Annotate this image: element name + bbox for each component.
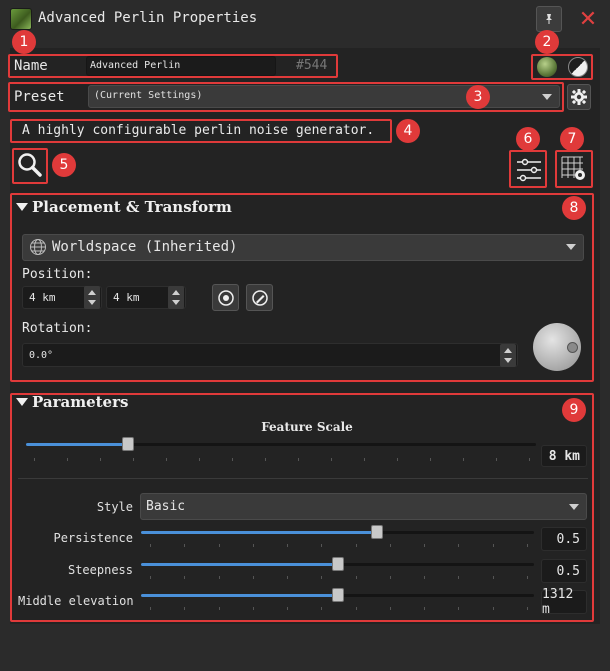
position-label: Position: bbox=[22, 267, 93, 282]
name-value: Advanced Perlin bbox=[90, 60, 181, 71]
light-mode-icon[interactable] bbox=[568, 57, 588, 77]
slider-value[interactable]: 0.5 bbox=[541, 527, 587, 551]
preset-value: (Current Settings) bbox=[94, 90, 203, 101]
style-label: Style bbox=[96, 500, 133, 514]
placement-section-title[interactable]: Placement & Transform bbox=[32, 198, 232, 216]
badge-9: 9 bbox=[562, 398, 586, 422]
slider-label: Middle elevation bbox=[18, 594, 134, 608]
slider-thumb[interactable] bbox=[370, 525, 383, 539]
feature-scale-ticks bbox=[34, 458, 530, 462]
slider-label: Persistence bbox=[53, 531, 133, 545]
rotation-value: 0.0° bbox=[29, 349, 54, 361]
badge-5: 5 bbox=[52, 153, 76, 177]
name-label: Name bbox=[14, 58, 48, 74]
style-dropdown[interactable] bbox=[140, 493, 587, 520]
eyedropper-button[interactable] bbox=[246, 284, 273, 311]
position-y-value: 4 km bbox=[113, 291, 140, 304]
rotation-knob[interactable] bbox=[533, 323, 581, 371]
close-icon: ✕ bbox=[578, 6, 598, 32]
app-terrain-icon bbox=[10, 8, 32, 30]
feature-scale-value[interactable]: 8 km bbox=[541, 445, 587, 467]
slider-fill bbox=[141, 563, 338, 566]
rotation-label: Rotation: bbox=[22, 321, 93, 336]
eyedropper-icon bbox=[251, 289, 268, 306]
close-button[interactable]: ✕ bbox=[575, 6, 601, 32]
pin-icon bbox=[546, 14, 552, 24]
badge-3: 3 bbox=[466, 85, 490, 109]
position-x-stepper[interactable] bbox=[84, 286, 100, 309]
badge-4: 4 bbox=[396, 119, 420, 143]
preset-label: Preset bbox=[14, 89, 65, 105]
badge-7: 7 bbox=[560, 127, 584, 151]
slider-thumb[interactable] bbox=[331, 588, 344, 602]
sliders-toggle-button[interactable] bbox=[514, 155, 544, 185]
preset-settings-button[interactable] bbox=[567, 84, 591, 110]
pick-position-button[interactable] bbox=[212, 284, 239, 311]
slider-ticks bbox=[150, 576, 528, 580]
parameters-divider bbox=[18, 478, 588, 479]
search-button[interactable] bbox=[16, 151, 44, 179]
feature-scale-fill bbox=[26, 443, 128, 446]
pin-button[interactable] bbox=[536, 6, 562, 32]
space-value: Worldspace (Inherited) bbox=[52, 239, 238, 255]
slider-fill bbox=[141, 531, 377, 534]
description-text: A highly configurable perlin noise gener… bbox=[22, 123, 375, 138]
slider-value[interactable]: 0.5 bbox=[541, 559, 587, 583]
feature-scale-thumb[interactable] bbox=[122, 437, 134, 451]
badge-1: 1 bbox=[12, 30, 36, 54]
slider-ticks bbox=[150, 544, 528, 548]
badge-2: 2 bbox=[535, 30, 559, 54]
badge-8: 8 bbox=[562, 196, 586, 220]
sliders-icon bbox=[517, 158, 541, 182]
collapse-triangle-icon[interactable] bbox=[16, 203, 28, 211]
node-id: #544 bbox=[296, 58, 328, 73]
preview-sphere-icon[interactable] bbox=[537, 57, 557, 77]
chevron-down-icon bbox=[542, 94, 552, 100]
slider-value[interactable]: 1312 m bbox=[541, 587, 587, 617]
rotation-input[interactable]: 0.0° bbox=[22, 343, 518, 367]
style-value: Basic bbox=[146, 499, 186, 514]
collapse-triangle-icon[interactable] bbox=[16, 398, 28, 406]
globe-icon bbox=[29, 238, 47, 256]
settings-gear-icon bbox=[571, 89, 587, 105]
feature-scale-label: Feature Scale bbox=[261, 420, 353, 434]
search-icon bbox=[18, 153, 42, 177]
target-icon bbox=[217, 289, 234, 306]
chevron-down-icon bbox=[569, 504, 579, 510]
rotation-stepper[interactable] bbox=[500, 344, 516, 367]
grid-settings-button[interactable] bbox=[559, 154, 589, 184]
slider-ticks bbox=[150, 607, 528, 611]
badge-6: 6 bbox=[516, 127, 540, 151]
grid-settings-icon bbox=[561, 156, 585, 180]
position-x-value: 4 km bbox=[29, 291, 56, 304]
position-y-stepper[interactable] bbox=[168, 286, 184, 309]
slider-label: Steepness bbox=[67, 563, 133, 577]
slider-fill bbox=[141, 594, 338, 597]
window-title: Advanced Perlin Properties bbox=[38, 10, 258, 26]
slider-thumb[interactable] bbox=[331, 557, 344, 571]
chevron-down-icon bbox=[566, 244, 576, 250]
parameters-section-title[interactable]: Parameters bbox=[32, 393, 128, 411]
